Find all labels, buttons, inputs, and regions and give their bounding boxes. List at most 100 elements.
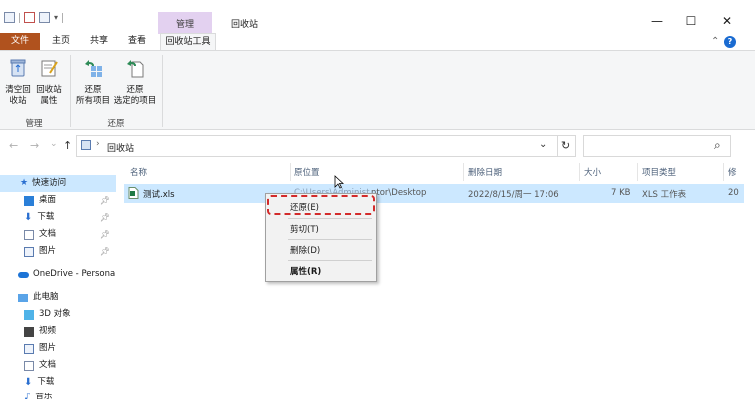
- menu-item-cut[interactable]: 剪切(T): [290, 223, 319, 235]
- pictures-icon: [24, 343, 34, 354]
- pin-icon[interactable]: 📌︎: [100, 209, 110, 226]
- file-size: 7 KB: [611, 188, 631, 198]
- recycle-bin-icon: [81, 140, 91, 150]
- qat-separator: [62, 12, 64, 23]
- download-arrow-icon: ⬇: [24, 377, 33, 388]
- bin-props-label-2: 属性: [40, 96, 58, 106]
- nav-label: 文档: [39, 360, 57, 370]
- group-manage-label: 管理: [25, 119, 43, 129]
- document-icon: [24, 360, 34, 371]
- menu-item-properties[interactable]: 属性(R): [290, 265, 321, 277]
- excel-file-icon: [128, 187, 139, 199]
- menu-item-delete[interactable]: 删除(D): [290, 244, 320, 256]
- nav-label: 文档: [39, 229, 57, 239]
- column-separator[interactable]: [290, 163, 291, 181]
- column-header-date-deleted[interactable]: 删除日期: [468, 166, 502, 178]
- column-separator[interactable]: [637, 163, 638, 181]
- breadcrumb-chevron-icon: ›: [96, 139, 100, 149]
- tab-file[interactable]: 文件: [0, 33, 40, 50]
- nav-onedrive[interactable]: OneDrive - Persona: [0, 266, 116, 283]
- pin-icon[interactable]: 📌︎: [100, 226, 110, 243]
- nav-videos[interactable]: 视频: [0, 323, 116, 340]
- pin-icon[interactable]: 📌︎: [100, 243, 110, 260]
- nav-downloads-pc[interactable]: ⬇ 下载: [0, 374, 116, 391]
- close-button[interactable]: ✕: [710, 10, 744, 32]
- nav-quick-access[interactable]: ★ 快速访问: [0, 175, 116, 192]
- music-icon: ♪: [24, 393, 31, 400]
- recent-locations-icon[interactable]: ⌄: [50, 139, 58, 149]
- back-icon[interactable]: ←: [9, 139, 18, 152]
- file-modified: 20: [728, 188, 739, 198]
- collapse-ribbon-icon[interactable]: ⌃: [711, 36, 719, 47]
- column-separator[interactable]: [723, 163, 724, 181]
- search-input[interactable]: [583, 135, 731, 157]
- navigation-pane: ★ 快速访问 桌面 📌︎ ⬇ 下载 📌︎ 文档 📌︎ 图片 📌︎ OneDriv…: [0, 161, 118, 400]
- column-separator[interactable]: [463, 163, 464, 181]
- restore-selected-icon: [127, 60, 144, 78]
- checkmark-icon[interactable]: [24, 12, 35, 23]
- nav-documents-pc[interactable]: 文档: [0, 357, 116, 374]
- recycle-bin-properties-button[interactable]: 回收站 属性: [34, 58, 64, 107]
- maximize-button[interactable]: ☐: [674, 10, 708, 32]
- restore-all-button[interactable]: 还原 所有项目: [73, 58, 113, 107]
- column-header-item-type[interactable]: 项目类型: [642, 166, 676, 178]
- nav-3d-objects[interactable]: 3D 对象: [0, 306, 116, 323]
- column-header-modified[interactable]: 修: [728, 166, 737, 178]
- tab-view[interactable]: 查看: [120, 33, 154, 50]
- nav-label: 图片: [39, 246, 57, 256]
- restore-all-label-2: 所有项目: [75, 96, 110, 106]
- cube-icon: [24, 309, 34, 320]
- new-folder-icon[interactable]: [39, 12, 50, 23]
- tab-recycle-bin-tools[interactable]: 回收站工具: [160, 33, 216, 51]
- nav-desktop[interactable]: 桌面 📌︎: [0, 192, 116, 209]
- menu-separator: [288, 218, 372, 219]
- column-header-original-location[interactable]: 原位置: [294, 166, 320, 178]
- up-icon[interactable]: ↑: [63, 139, 72, 152]
- file-type: XLS 工作表: [642, 190, 687, 200]
- nav-this-pc[interactable]: 此电脑: [0, 289, 116, 306]
- properties-icon: [41, 60, 58, 77]
- restore-selected-label-1: 还原: [126, 85, 144, 95]
- address-dropdown-icon[interactable]: ⌄: [539, 139, 547, 150]
- nav-pictures-pc[interactable]: 图片: [0, 340, 116, 357]
- minimize-button[interactable]: —: [640, 10, 674, 32]
- address-input[interactable]: [76, 135, 576, 157]
- empty-bin-label-2: 收站: [9, 96, 27, 106]
- desktop-icon: [24, 195, 34, 206]
- breadcrumb[interactable]: 回收站: [107, 141, 134, 154]
- contextual-tab-label[interactable]: 管理: [158, 17, 212, 30]
- refresh-icon[interactable]: ↻: [561, 139, 570, 152]
- tab-share[interactable]: 共享: [82, 33, 116, 50]
- nav-label: 此电脑: [33, 292, 59, 302]
- group-restore-label: 还原: [107, 119, 125, 129]
- recycle-bin-icon: [10, 59, 26, 77]
- folder-icon[interactable]: [4, 12, 15, 23]
- nav-label: 快速访问: [32, 178, 67, 188]
- nav-documents[interactable]: 文档 📌︎: [0, 226, 116, 243]
- address-divider: [557, 135, 558, 157]
- nav-label: 3D 对象: [39, 309, 71, 319]
- restore-selected-label-2: 选定的项目: [113, 96, 157, 106]
- bin-props-label-1: 回收站: [36, 85, 62, 95]
- pictures-icon: [24, 246, 34, 257]
- help-icon[interactable]: ?: [724, 36, 736, 48]
- restore-all-icon: [85, 60, 102, 77]
- empty-recycle-bin-button[interactable]: 清空回 收站: [3, 58, 33, 107]
- nav-pictures[interactable]: 图片 📌︎: [0, 243, 116, 260]
- column-header-size[interactable]: 大小: [584, 166, 601, 178]
- cloud-icon: [18, 271, 29, 278]
- forward-icon[interactable]: →: [30, 139, 39, 152]
- nav-label: 音乐: [35, 393, 53, 400]
- qat-dropdown-icon[interactable]: ▾: [54, 13, 58, 22]
- search-icon[interactable]: ⌕: [714, 138, 721, 153]
- menu-separator: [288, 260, 372, 261]
- pin-icon[interactable]: 📌︎: [100, 192, 110, 209]
- restore-selected-button[interactable]: 还原 选定的项目: [113, 58, 157, 107]
- nav-music-partial[interactable]: ♪ 音乐: [0, 393, 116, 400]
- column-header-name[interactable]: 名称: [130, 166, 147, 178]
- column-separator[interactable]: [579, 163, 580, 181]
- quick-access-toolbar: ▾: [4, 12, 64, 23]
- nav-label: 视频: [39, 326, 57, 336]
- nav-downloads[interactable]: ⬇ 下载 📌︎: [0, 209, 116, 226]
- tab-home[interactable]: 主页: [44, 33, 78, 50]
